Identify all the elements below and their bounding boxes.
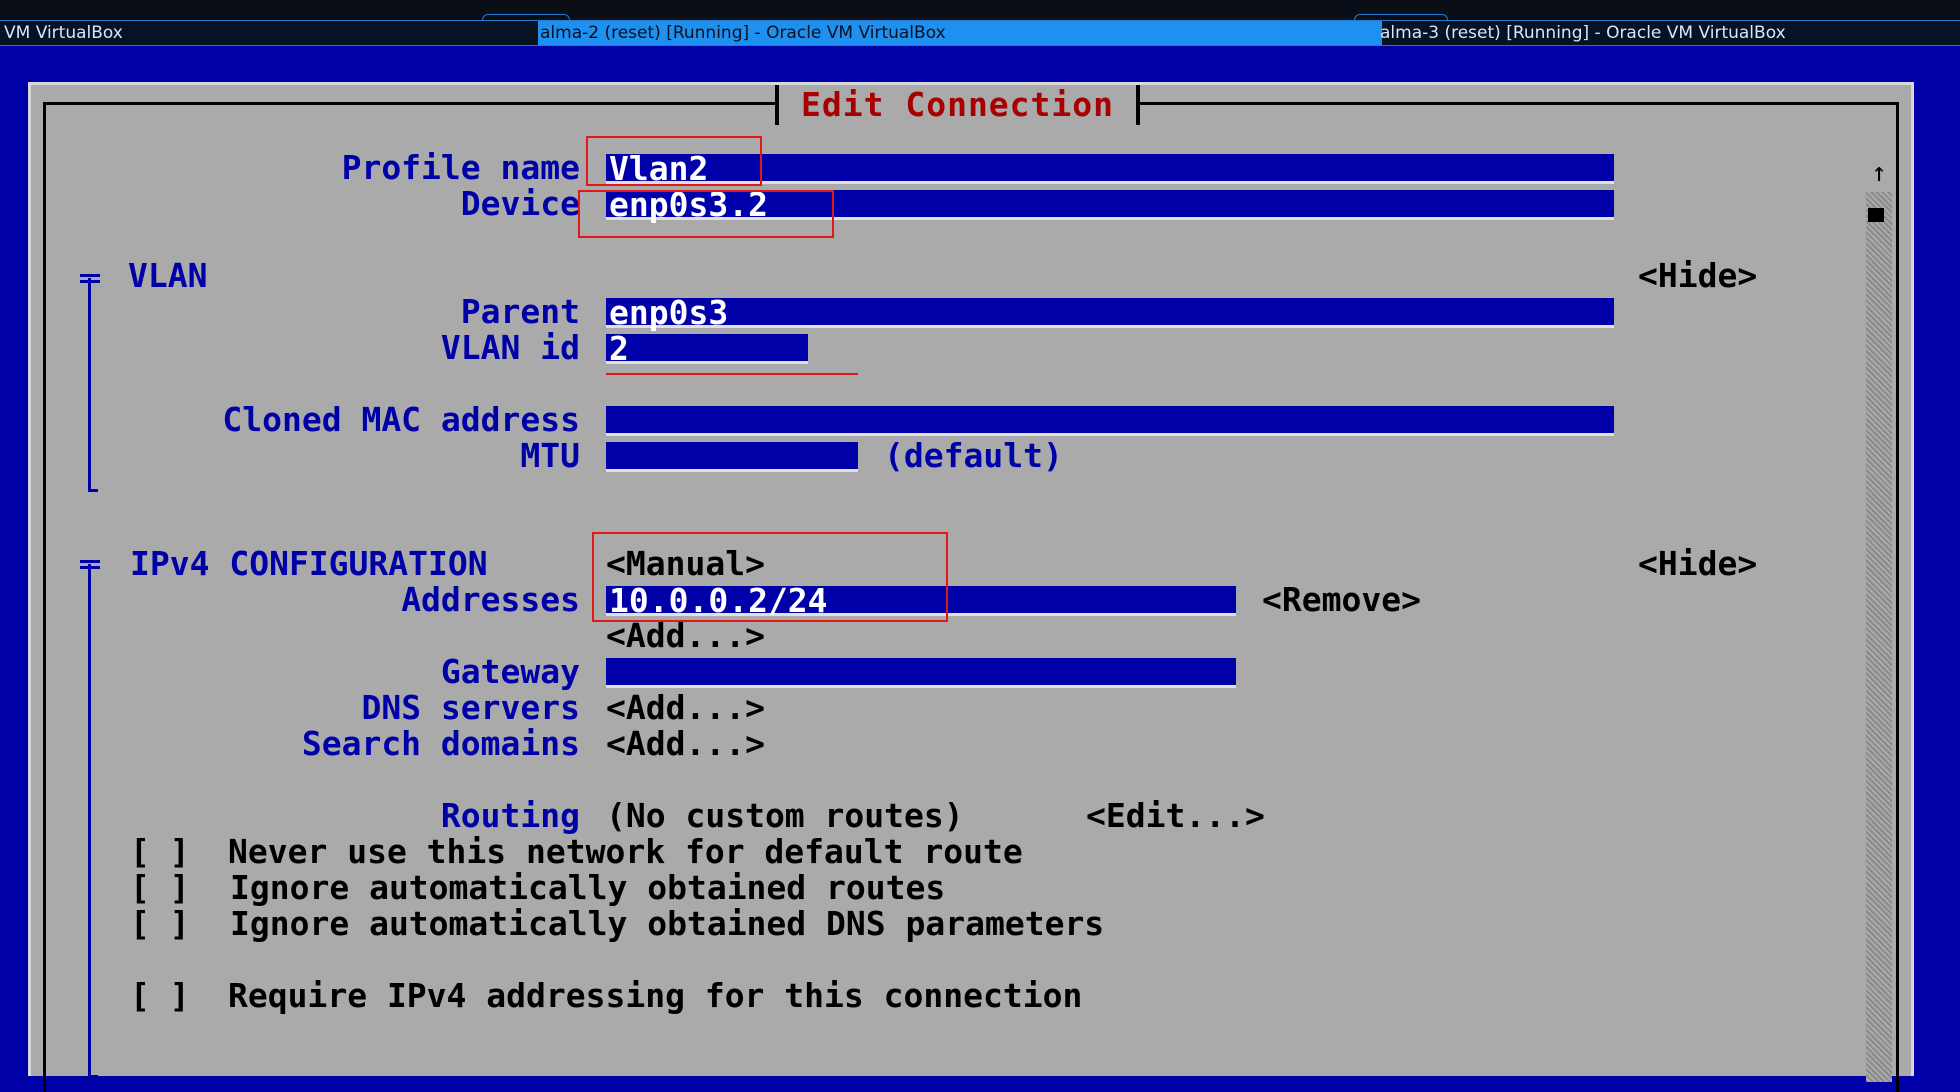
vlan-id-label: VLAN id: [440, 328, 580, 367]
ipv4-section-line: [88, 564, 98, 1078]
scrollbar-track[interactable]: [1866, 192, 1892, 1082]
gateway-input[interactable]: [606, 658, 1236, 688]
cloned-mac-input[interactable]: [606, 406, 1614, 436]
mtu-input[interactable]: [606, 442, 858, 472]
annotation-box-ipv4-address: [592, 532, 948, 622]
taskbar-tab-alma-2[interactable]: alma-2 (reset) [Running] - Oracle VM Vir…: [538, 21, 1382, 45]
vlan-parent-label: Parent: [460, 292, 580, 331]
vlan-section-line: [88, 278, 98, 492]
add-dns-button[interactable]: <Add...>: [606, 690, 765, 726]
remove-address-button[interactable]: <Remove>: [1262, 582, 1421, 618]
cloned-mac-label: Cloned MAC address: [222, 400, 580, 439]
addresses-label: Addresses: [401, 580, 580, 619]
vm-screen: Edit Connection ↑ Profile name Vlan2 Dev…: [0, 46, 1960, 1092]
taskbar-tab-virtualbox[interactable]: VM VirtualBox: [4, 21, 524, 45]
checkbox-label: Ignore automatically obtained DNS parame…: [230, 904, 1105, 943]
gateway-label: Gateway: [440, 652, 580, 691]
profile-name-label: Profile name: [341, 148, 580, 187]
vlan-id-input[interactable]: 2: [606, 332, 808, 365]
annotation-box-profile-name: [586, 136, 762, 186]
vlan-hide-button[interactable]: <Hide>: [1638, 258, 1757, 294]
scroll-up-arrow-icon[interactable]: ↑: [1864, 158, 1894, 188]
checkbox-ignore-dns[interactable]: [ ]: [130, 906, 190, 942]
checkbox-require-ipv4[interactable]: [ ]: [130, 978, 190, 1014]
annotation-box-device: [578, 190, 834, 238]
host-taskbar: VM VirtualBox alma-2 (reset) [Running] -…: [0, 0, 1960, 46]
annotation-underline-vlan-id: [606, 373, 858, 375]
taskbar-tab-alma-3[interactable]: alma-3 (reset) [Running] - Oracle VM Vir…: [1380, 21, 1960, 45]
dns-servers-label: DNS servers: [361, 688, 580, 727]
checkbox-label: Ignore automatically obtained routes: [230, 868, 946, 907]
routing-edit-button[interactable]: <Edit...>: [1086, 798, 1265, 834]
ipv4-hide-button[interactable]: <Hide>: [1638, 546, 1757, 582]
ipv4-section-title: IPv4 CONFIGURATION: [130, 544, 488, 583]
checkbox-label: Require IPv4 addressing for this connect…: [228, 976, 1083, 1015]
mtu-default-hint: (default): [884, 436, 1063, 475]
search-domains-label: Search domains: [301, 724, 580, 763]
scrollbar-thumb[interactable]: [1868, 208, 1884, 222]
vlan-section-title: VLAN: [128, 256, 208, 295]
dialog-title: Edit Connection: [775, 85, 1141, 125]
routing-label: Routing: [440, 796, 580, 835]
checkbox-label: Never use this network for default route: [228, 832, 1023, 871]
add-search-domain-button[interactable]: <Add...>: [606, 726, 765, 762]
checkbox-ignore-routes[interactable]: [ ]: [130, 870, 190, 906]
checkbox-never-default-route[interactable]: [ ]: [130, 834, 190, 870]
routing-value: (No custom routes): [606, 796, 964, 835]
device-label: Device: [460, 184, 580, 223]
add-address-button[interactable]: <Add...>: [606, 618, 765, 654]
vlan-parent-input[interactable]: enp0s3: [606, 296, 1614, 329]
mtu-label: MTU: [520, 436, 580, 475]
